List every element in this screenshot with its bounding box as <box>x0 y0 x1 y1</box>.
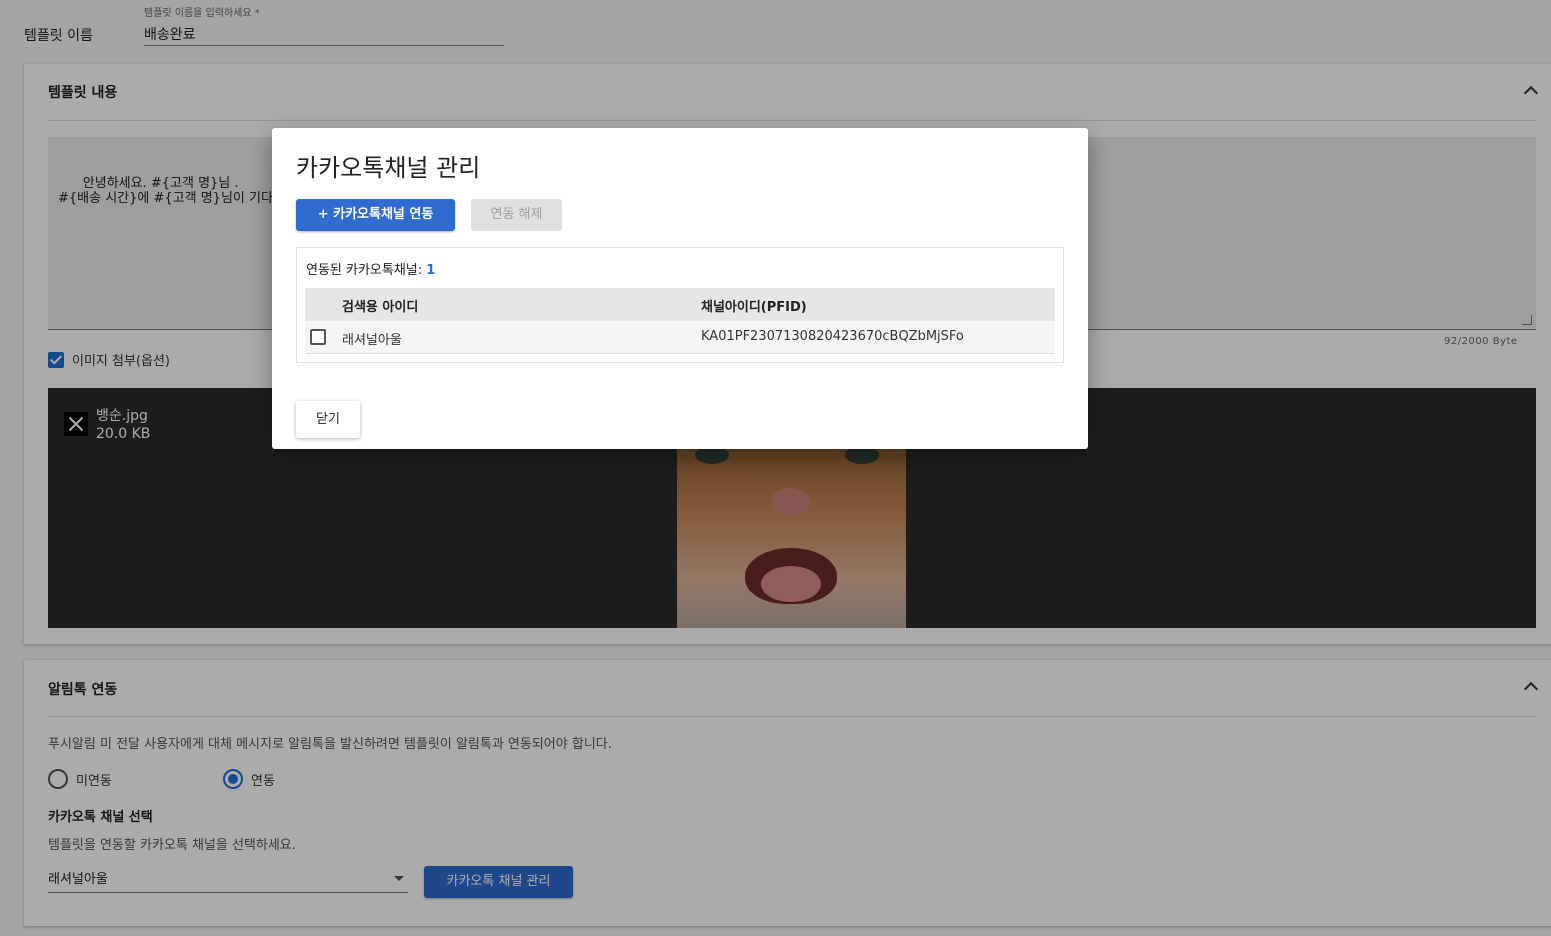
column-header-search-id: 검색용 아이디 <box>342 300 419 315</box>
table-header: 검색용 아이디 채널아이디(PFID) <box>305 288 1055 321</box>
table-row[interactable]: 래셔널아울 KA01PF2307130820423670cBQZbMjSFo <box>305 321 1055 354</box>
row-checkbox[interactable] <box>310 329 326 345</box>
channel-table: 검색용 아이디 채널아이디(PFID) 래셔널아울 KA01PF23071308… <box>305 288 1055 354</box>
linked-count-label: 연동된 카카오톡채널: <box>306 263 427 278</box>
linked-count-value: 1 <box>426 263 436 278</box>
unlink-button[interactable]: 연동 해제 <box>471 199 562 231</box>
link-channel-button[interactable]: + 카카오톡채널 연동 <box>296 199 455 231</box>
linked-count-row: 연동된 카카오톡채널: 1 <box>306 259 435 278</box>
column-header-pfid: 채널아이디(PFID) <box>701 300 807 315</box>
row-search-id: 래셔널아울 <box>342 333 402 348</box>
linked-channels-panel: 연동된 카카오톡채널: 1 검색용 아이디 채널아이디(PFID) 래셔널아울 … <box>296 247 1064 363</box>
row-pfid: KA01PF2307130820423670cBQZbMjSFo <box>701 329 964 344</box>
kakao-channel-dialog: 카카오톡채널 관리 + 카카오톡채널 연동 연동 해제 연동된 카카오톡채널: … <box>272 128 1088 449</box>
dialog-title: 카카오톡채널 관리 <box>296 154 481 182</box>
close-button[interactable]: 닫기 <box>296 401 360 438</box>
